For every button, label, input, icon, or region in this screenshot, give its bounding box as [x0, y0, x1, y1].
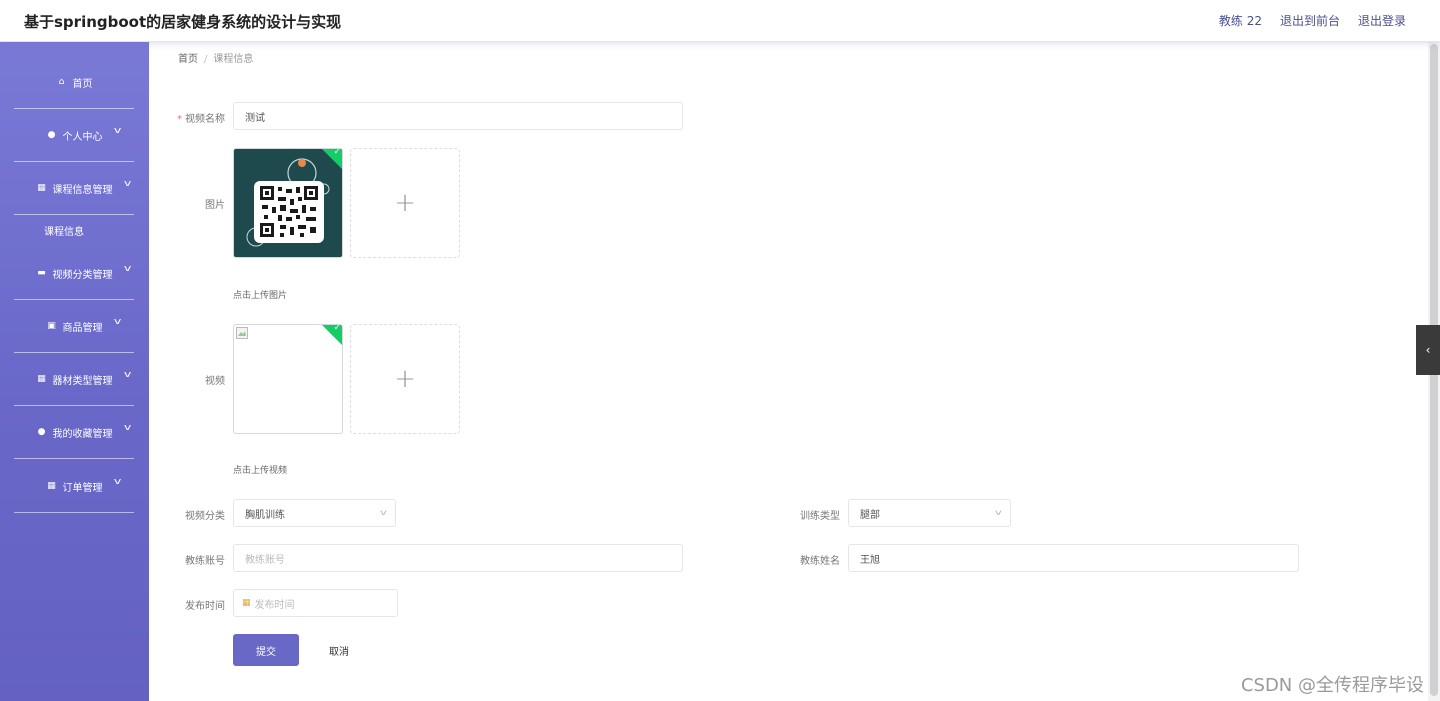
home-icon: ⌂: [58, 77, 65, 87]
coach-name-input[interactable]: 王旭: [848, 544, 1299, 572]
submit-button[interactable]: 提交: [233, 634, 299, 666]
plus-icon: +: [394, 364, 416, 394]
sidebar-item-goods[interactable]: ▣ 商品管理 v: [14, 300, 134, 353]
chevron-down-icon: v: [123, 370, 132, 380]
current-user-label: 教练 22: [1218, 14, 1262, 28]
check-icon: ✓: [333, 148, 341, 157]
breadcrumb-separator: /: [204, 54, 208, 65]
app-title: 基于springboot的居家健身系统的设计与实现: [24, 13, 342, 31]
training-type-label: 训练类型: [800, 511, 840, 522]
user-icon: ●: [47, 130, 56, 140]
chevron-down-icon: v: [113, 317, 122, 327]
grid-icon: ▦: [37, 374, 46, 384]
breadcrumb: 首页 / 课程信息: [178, 50, 253, 65]
grid-icon: ▦: [47, 481, 56, 491]
chevron-down-icon: v: [995, 508, 1003, 517]
header-actions: 教练 22 退出到前台 退出登录: [1219, 12, 1406, 29]
calendar-icon: ▦: [242, 598, 251, 608]
broken-image-icon: [236, 327, 248, 339]
sidebar-item-label: 器材类型管理: [52, 375, 113, 387]
uploaded-image-thumbnail[interactable]: ✓: [233, 148, 343, 258]
coach-account-label: 教练账号: [185, 556, 225, 567]
chevron-down-icon: v: [123, 423, 132, 433]
video-category-label: 视频分类: [185, 511, 225, 522]
cancel-button[interactable]: 取消: [313, 634, 365, 666]
chevron-down-icon: v: [113, 126, 122, 136]
video-category-select[interactable]: 胸肌训练 v: [233, 499, 396, 527]
training-type-value: 腿部: [860, 509, 880, 521]
training-type-select[interactable]: 腿部 v: [848, 499, 1011, 527]
sidebar-item-label: 我的收藏管理: [52, 428, 113, 440]
check-icon: ✓: [333, 324, 341, 333]
video-upload-hint: 点击上传视频: [233, 466, 288, 476]
video-name-label: * 视频名称: [177, 114, 225, 125]
exit-to-frontend-link[interactable]: 退出到前台: [1280, 12, 1340, 29]
sidebar: ⌂ 首页 ● 个人中心 v ▦ 课程信息管理 v 课程信息 ▬ 视频分类管理 v…: [0, 42, 149, 701]
breadcrumb-home[interactable]: 首页: [178, 54, 198, 65]
required-marker: *: [177, 114, 182, 125]
top-header: 基于springboot的居家健身系统的设计与实现 教练 22 退出到前台 退出…: [0, 0, 1440, 42]
uploaded-video-thumbnail[interactable]: ✓: [233, 324, 343, 434]
sidebar-item-label: 课程信息管理: [52, 184, 113, 196]
chevron-down-icon: v: [380, 508, 388, 517]
chart-icon: ▣: [47, 321, 56, 331]
chevron-down-icon: v: [113, 477, 122, 487]
image-label: 图片: [205, 200, 225, 211]
coach-name-label: 教练姓名: [800, 556, 840, 567]
video-category-value: 胸肌训练: [245, 509, 285, 521]
side-panel-toggle[interactable]: ‹: [1416, 325, 1440, 375]
sidebar-item-orders[interactable]: ▦ 订单管理 v: [14, 460, 134, 513]
person-icon: ●: [37, 427, 46, 437]
image-upload-hint: 点击上传图片: [233, 291, 288, 301]
sidebar-item-equipment-type[interactable]: ▦ 器材类型管理 v: [14, 353, 134, 406]
publish-time-picker[interactable]: ▦ 发布时间: [233, 589, 398, 617]
main-content: 首页 / 课程信息 * 视频名称 测试 图片 ✓ + 点击上传图片 视频 ✓ +…: [149, 42, 1428, 701]
add-video-button[interactable]: +: [350, 324, 460, 434]
publish-time-label: 发布时间: [185, 601, 225, 612]
sidebar-item-label: 个人中心: [62, 131, 103, 143]
ticket-icon: ▬: [37, 268, 46, 278]
video-name-input[interactable]: 测试: [233, 102, 683, 130]
publish-time-placeholder: 发布时间: [254, 599, 295, 611]
logout-link[interactable]: 退出登录: [1358, 12, 1406, 29]
sidebar-item-course-management[interactable]: ▦ 课程信息管理 v: [14, 162, 134, 215]
grid-icon: ▦: [37, 183, 46, 193]
sidebar-item-label: 商品管理: [62, 322, 103, 334]
sidebar-item-home[interactable]: ⌂ 首页: [14, 56, 134, 109]
coach-account-input[interactable]: 教练账号: [233, 544, 683, 572]
watermark-text: CSDN @全传程序毕设: [1240, 675, 1424, 696]
sidebar-item-personal-center[interactable]: ● 个人中心 v: [14, 109, 134, 162]
sidebar-item-label: 视频分类管理: [52, 269, 113, 281]
plus-icon: +: [394, 188, 416, 218]
chevron-down-icon: v: [123, 264, 132, 274]
add-image-button[interactable]: +: [350, 148, 460, 258]
sidebar-item-label: 首页: [72, 78, 93, 90]
video-label: 视频: [205, 376, 225, 387]
chevron-left-icon: ‹: [1425, 343, 1431, 357]
breadcrumb-current: 课程信息: [213, 54, 254, 65]
chevron-down-icon: v: [123, 179, 132, 189]
sidebar-item-favorites[interactable]: ● 我的收藏管理 v: [14, 406, 134, 459]
sidebar-item-label: 订单管理: [62, 482, 103, 494]
sidebar-subitem-course-info[interactable]: 课程信息: [14, 223, 114, 238]
sidebar-item-video-category[interactable]: ▬ 视频分类管理 v: [14, 247, 134, 300]
